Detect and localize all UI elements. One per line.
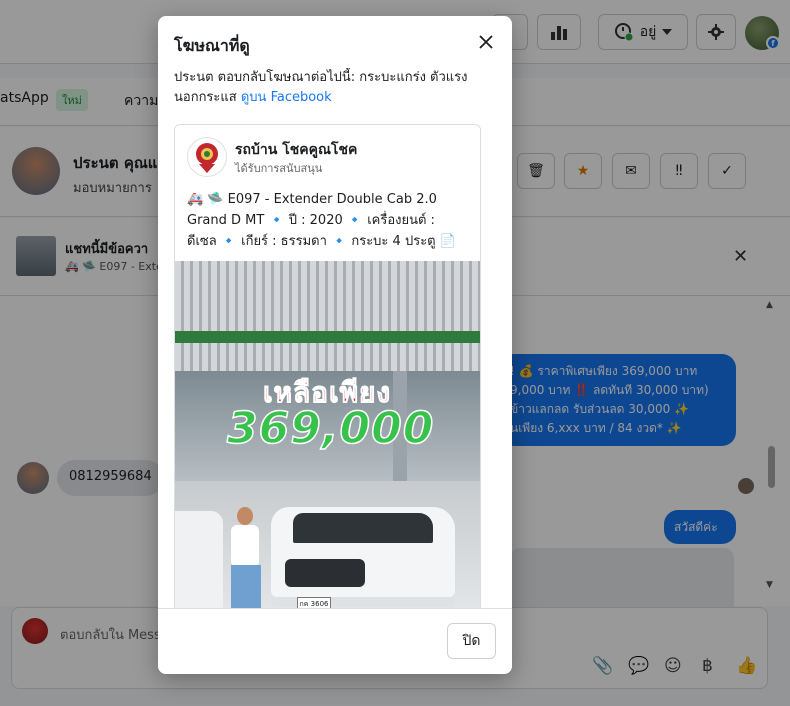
ad-image: เหลือเพียง 369,000 กค 3606 (175, 261, 480, 608)
post-text-line: Grand D MT 🔹 ปี : 2020 🔹 เครื่องยนต์ : (187, 213, 435, 228)
image-roof (175, 261, 480, 371)
dialog-footer: ปิด (158, 608, 512, 674)
page-logo-icon (196, 143, 218, 173)
close-icon (479, 35, 493, 49)
truck-left (175, 511, 223, 608)
page-avatar (187, 137, 227, 177)
page-name[interactable]: รถบ้าน โชคคูณโชค (235, 139, 357, 161)
dialog-title: โฆษณาที่ดู (174, 36, 250, 55)
viewed-ad-dialog: โฆษณาที่ดู ประนต ตอบกลับโฆษณาต่อไปนี้: ก… (158, 16, 512, 674)
sponsored-label: ได้รับการสนับสนุน (235, 162, 323, 175)
truck-windshield (293, 513, 433, 543)
person-top (231, 525, 259, 567)
truck-grille (285, 559, 365, 587)
close-button[interactable] (474, 30, 498, 54)
image-beam (175, 331, 480, 343)
view-on-facebook-link[interactable]: ดูบน Facebook (241, 90, 332, 105)
ad-description: ประนต ตอบกลับโฆษณาต่อไปนี้: กระบะแกร่ง ต… (174, 68, 486, 108)
person-skirt (231, 565, 261, 608)
dialog-body: ประนต ตอบกลับโฆษณาต่อไปนี้: กระบะแกร่ง ต… (158, 68, 512, 608)
person-head (237, 507, 253, 525)
license-plate: กค 3606 (297, 597, 331, 608)
close-dialog-button[interactable]: ปิด (447, 623, 496, 659)
promo-price: 369,000 (226, 402, 435, 455)
post-text-line: 🚑 🛸 E097 - Extender Double Cab 2.0 (187, 192, 437, 207)
ad-post-preview: รถบ้าน โชคคูณโชค ได้รับการสนับสนุน 🚑 🛸 E… (174, 124, 481, 608)
saleswoman (227, 507, 263, 608)
